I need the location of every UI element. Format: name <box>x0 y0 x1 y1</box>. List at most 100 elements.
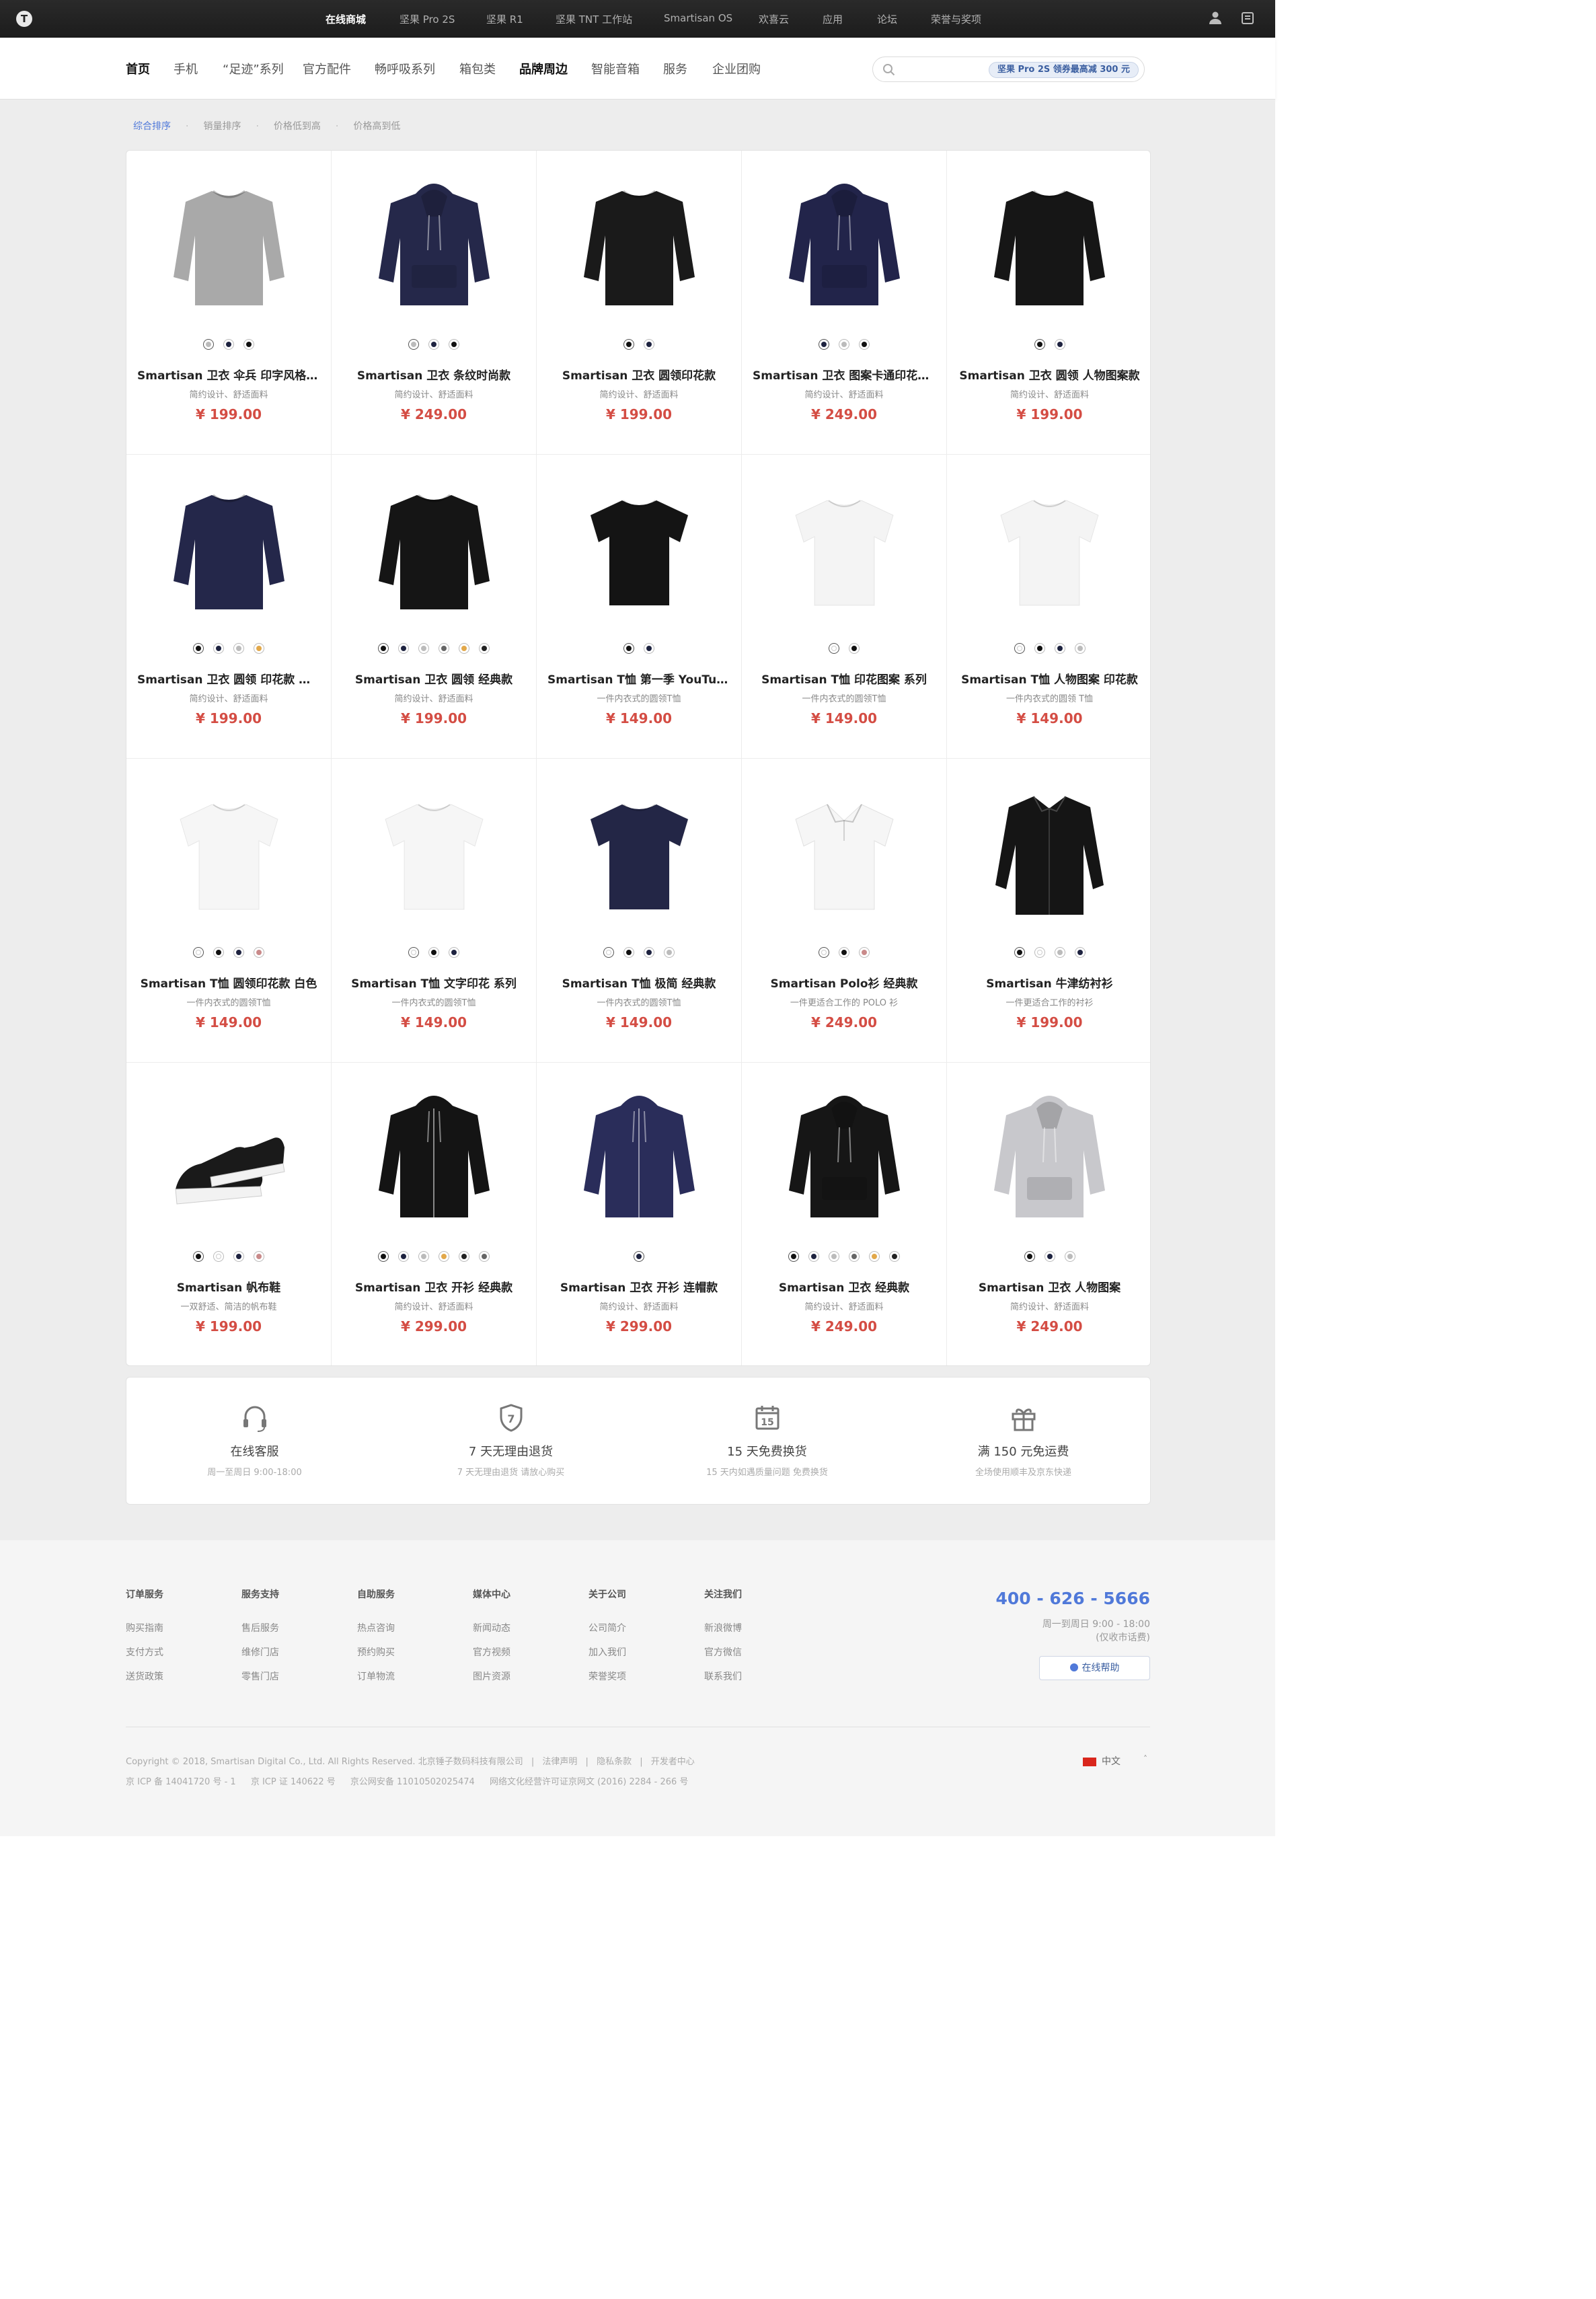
product-name[interactable]: Smartisan T恤 圆领印花款 白色 <box>137 974 320 991</box>
color-swatch[interactable] <box>623 643 634 654</box>
color-swatch[interactable] <box>459 643 469 654</box>
product-image[interactable] <box>377 784 492 919</box>
color-swatch[interactable] <box>428 947 439 958</box>
footer-link[interactable]: 购买指南 <box>126 1621 163 1634</box>
color-swatch[interactable] <box>1074 947 1086 958</box>
color-swatch[interactable] <box>378 643 389 654</box>
color-swatch[interactable] <box>418 1251 429 1262</box>
nav-smart-speaker[interactable]: 智能音箱 <box>591 60 640 77</box>
color-swatch[interactable] <box>859 947 870 958</box>
color-swatch[interactable] <box>223 339 234 350</box>
color-swatch[interactable] <box>644 339 654 350</box>
product-card[interactable]: Smartisan 牛津纺衬衫 一件更适合工作的衬衫 ¥ 199.00 <box>947 759 1150 1063</box>
product-name[interactable]: Smartisan Polo衫 经典款 <box>753 974 936 991</box>
top-nav-forum[interactable]: 论坛 <box>877 12 897 26</box>
color-swatch[interactable] <box>378 1251 389 1262</box>
product-card[interactable]: Smartisan Polo衫 经典款 一件更适合工作的 POLO 衫 ¥ 249.… <box>742 759 947 1063</box>
product-image[interactable] <box>787 480 902 615</box>
top-nav-smartisan-os[interactable]: Smartisan OS <box>664 12 732 24</box>
product-card[interactable]: Smartisan 卫衣 条纹时尚款 简约设计、舒适面料 ¥ 249.00 <box>332 151 537 455</box>
footer-link[interactable]: 新闻动态 <box>473 1621 510 1634</box>
color-swatch[interactable] <box>808 1251 819 1262</box>
color-swatch[interactable] <box>839 947 849 958</box>
product-name[interactable]: Smartisan 卫衣 人物图案 <box>958 1278 1141 1295</box>
product-name[interactable]: Smartisan 卫衣 图案卡通印花连帽款 <box>753 366 936 383</box>
icp-license[interactable]: 京 ICP 证 140622 号 <box>251 1777 336 1787</box>
culture-license[interactable]: 网络文化经营许可证京网文 (2016) 2284 - 266 号 <box>490 1777 688 1787</box>
cart-icon[interactable] <box>1240 10 1255 25</box>
product-image[interactable] <box>992 176 1107 311</box>
nav-enterprise[interactable]: 企业团购 <box>712 60 761 77</box>
product-card[interactable]: Smartisan 卫衣 经典款 简约设计、舒适面料 ¥ 249.00 <box>742 1063 947 1365</box>
color-swatch[interactable] <box>449 339 459 350</box>
color-swatch[interactable] <box>1014 947 1025 958</box>
color-swatch[interactable] <box>644 947 654 958</box>
color-swatch[interactable] <box>254 643 264 654</box>
nav-footprint-series[interactable]: “足迹”系列 <box>223 60 284 77</box>
product-card[interactable]: Smartisan 帆布鞋 一双舒适、简洁的帆布鞋 ¥ 199.00 <box>126 1063 332 1365</box>
product-card[interactable]: Smartisan T恤 人物图案 印花款 一件内衣式的圆领 T恤 ¥ 149.00 <box>947 455 1150 759</box>
color-swatch[interactable] <box>623 947 634 958</box>
footer-link[interactable]: 支付方式 <box>126 1645 163 1659</box>
color-swatch[interactable] <box>408 339 419 350</box>
privacy-link[interactable]: 隐私条款 <box>597 1757 632 1767</box>
product-image[interactable] <box>582 176 697 311</box>
footer-link[interactable]: 官方微信 <box>704 1645 742 1659</box>
product-image[interactable] <box>582 1088 697 1223</box>
color-swatch[interactable] <box>203 339 214 350</box>
search-promo-tag[interactable]: 坚果 Pro 2S 领券最高减 300 元 <box>988 62 1139 78</box>
nav-brand-merch[interactable]: 品牌周边 <box>519 60 568 77</box>
product-card[interactable]: Smartisan T恤 印花图案 系列 一件内衣式的圆领T恤 ¥ 149.00 <box>742 455 947 759</box>
color-swatch[interactable] <box>819 339 829 350</box>
color-swatch[interactable] <box>1024 1251 1035 1262</box>
color-swatch[interactable] <box>193 1251 204 1262</box>
product-card[interactable]: Smartisan T恤 第一季 YouTube 图案款一件内衣式的圆领T恤 ¥ … <box>537 455 742 759</box>
product-name[interactable]: Smartisan T恤 极简 经典款 <box>547 974 730 991</box>
language-selector[interactable]: 中文 <box>1083 1754 1120 1768</box>
color-swatch[interactable] <box>449 947 459 958</box>
color-swatch[interactable] <box>849 1251 860 1262</box>
product-card[interactable]: Smartisan 卫衣 圆领 印花款 系列 简约设计、舒适面料 ¥ 199.00 <box>126 455 332 759</box>
product-card[interactable]: Smartisan 卫衣 ­伞兵 印字风格主题 简约设计、舒适面料 ¥ 199.00 <box>126 151 332 455</box>
nav-bags[interactable]: 箱包类 <box>459 60 496 77</box>
sort-price-asc[interactable]: 价格低到高 <box>274 119 321 133</box>
product-card[interactable]: Smartisan 卫衣 圆领印花款 简约设计、舒适面料 ¥ 199.00 <box>537 151 742 455</box>
product-name[interactable]: Smartisan 牛津纺衬衫 <box>958 974 1141 991</box>
icp-record[interactable]: 京 ICP 备 14041720 号 - 1 <box>126 1777 236 1787</box>
color-swatch[interactable] <box>664 947 675 958</box>
product-card[interactable]: Smartisan 卫衣 图案卡通印花连帽款 简约设计、舒适面料 ¥ 249.00 <box>742 151 947 455</box>
color-swatch[interactable] <box>829 1251 839 1262</box>
color-swatch[interactable] <box>788 1251 799 1262</box>
color-swatch[interactable] <box>839 339 849 350</box>
legal-link[interactable]: 法律声明 <box>542 1757 577 1767</box>
product-name[interactable]: Smartisan 帆布鞋 <box>137 1278 320 1295</box>
product-image[interactable] <box>582 480 697 615</box>
top-nav-r1[interactable]: 坚果 R1 <box>486 12 523 26</box>
product-image[interactable] <box>172 1088 287 1223</box>
product-image[interactable] <box>787 176 902 311</box>
product-image[interactable] <box>377 1088 492 1223</box>
sort-sales[interactable]: 销量排序 <box>203 119 241 133</box>
product-image[interactable] <box>172 176 287 311</box>
product-image[interactable] <box>787 1088 902 1223</box>
color-swatch[interactable] <box>1014 643 1025 654</box>
product-card[interactable]: Smartisan T恤 极简 经典款 一件内衣式的圆领T恤 ¥ 149.00 <box>537 759 742 1063</box>
top-nav-cloud[interactable]: 欢喜云 <box>759 12 789 26</box>
smartisan-logo-icon[interactable]: T <box>16 11 32 27</box>
footer-link[interactable]: 订单物流 <box>357 1669 395 1683</box>
product-name[interactable]: Smartisan T恤 人物图案 印花款 <box>958 670 1141 687</box>
color-swatch[interactable] <box>1044 1251 1055 1262</box>
product-image[interactable] <box>787 784 902 919</box>
color-swatch[interactable] <box>1054 339 1065 350</box>
top-nav-tnt[interactable]: 坚果 TNT 工作站 <box>556 12 632 26</box>
user-icon[interactable] <box>1208 10 1223 25</box>
color-swatch[interactable] <box>233 1251 244 1262</box>
product-image[interactable] <box>582 784 697 919</box>
top-nav-apps[interactable]: 应用 <box>823 12 843 26</box>
product-image[interactable] <box>377 176 492 311</box>
footer-link[interactable]: 公司简介 <box>588 1621 626 1634</box>
top-nav-online-store[interactable]: 在线商城 <box>326 12 366 26</box>
footer-link[interactable]: 图片资源 <box>473 1669 510 1683</box>
color-swatch[interactable] <box>1054 643 1065 654</box>
color-swatch[interactable] <box>213 947 224 958</box>
